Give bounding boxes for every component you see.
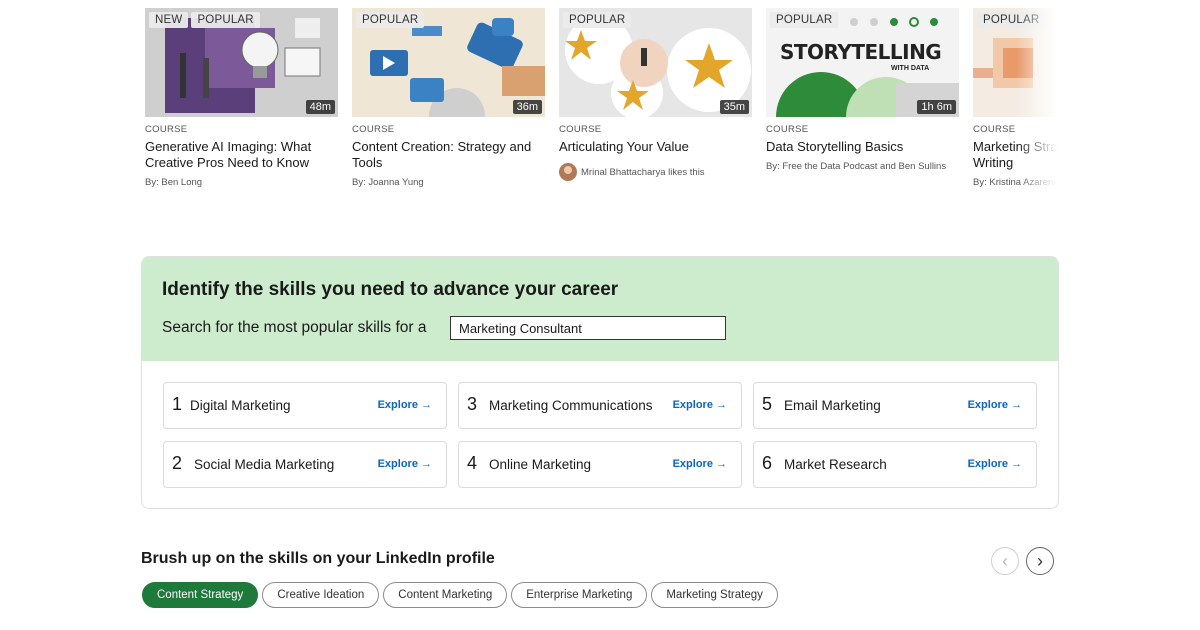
skill-name: Social Media Marketing: [194, 457, 335, 472]
thumbnail-heading: STORYTELLING: [780, 40, 942, 64]
duration-badge: 48m: [305, 100, 335, 114]
skill-name: Market Research: [784, 457, 887, 472]
carousel-fade: [1017, 8, 1057, 208]
skill-rank: 5: [762, 394, 773, 414]
chevron-left-icon: ‹: [1002, 550, 1008, 571]
duration-badge: 1h 6m: [917, 100, 956, 114]
next-button[interactable]: ›: [1026, 547, 1054, 575]
course-card[interactable]: POPULAR 36m COURSE Content Creation: Str…: [352, 8, 545, 188]
skill-rank: 1: [172, 394, 183, 414]
course-carousel: NEW POPULAR 48m COURSE Generative AI Ima…: [145, 8, 1057, 208]
course-type-label: COURSE: [559, 124, 602, 135]
skills-title: Identify the skills you need to advance …: [162, 279, 619, 300]
skill-pill-creative-ideation[interactable]: Creative Ideation: [262, 582, 380, 608]
likes-text: Mrinal Bhattacharya likes this: [581, 166, 705, 178]
course-type-label: COURSE: [145, 124, 188, 135]
skill-name: Email Marketing: [784, 398, 881, 413]
skill-card[interactable]: 4 Online Marketing Explore →: [458, 441, 742, 488]
course-title-link[interactable]: Content Creation: Strategy and Tools: [352, 139, 545, 171]
skill-card[interactable]: 6 Market Research Explore →: [753, 441, 1037, 488]
explore-link[interactable]: Explore →: [968, 458, 1022, 470]
thumbnail-subheading: WITH DATA: [891, 65, 930, 72]
duration-badge: 35m: [719, 100, 749, 114]
explore-link[interactable]: Explore →: [378, 399, 432, 411]
course-author: By: Ben Long: [145, 177, 203, 188]
skill-pill-enterprise-marketing[interactable]: Enterprise Marketing: [511, 582, 648, 608]
skill-rank: 6: [762, 453, 773, 473]
course-thumbnail[interactable]: STORYTELLING WITH DATA POPULAR 1h 6m: [766, 8, 959, 117]
social-proof: Mrinal Bhattacharya likes this: [559, 163, 752, 181]
course-thumbnail[interactable]: POPULAR 36m: [352, 8, 545, 117]
skill-pill-marketing-strategy[interactable]: Marketing Strategy: [651, 582, 778, 608]
job-title-input[interactable]: [450, 316, 726, 340]
course-title-link[interactable]: Data Storytelling Basics: [766, 139, 959, 155]
course-title-link[interactable]: Articulating Your Value: [559, 139, 752, 155]
course-type-label: COURSE: [352, 124, 395, 135]
skill-rank: 2: [172, 453, 183, 473]
explore-link[interactable]: Explore →: [673, 458, 727, 470]
explore-link[interactable]: Explore →: [673, 399, 727, 411]
skill-name: Digital Marketing: [190, 398, 291, 413]
course-thumbnail[interactable]: POPULAR 35m: [559, 8, 752, 117]
course-author: By: Joanna Yung: [352, 177, 424, 188]
avatar: [559, 163, 577, 181]
skill-pill-group: Content Strategy Creative Ideation Conte…: [142, 582, 778, 608]
course-title-link[interactable]: Generative AI Imaging: What Creative Pro…: [145, 139, 338, 171]
skill-name: Online Marketing: [489, 457, 592, 472]
skill-name: Marketing Communications: [489, 398, 653, 413]
skill-rank: 3: [467, 394, 478, 414]
skill-card[interactable]: 1 Digital Marketing Explore →: [163, 382, 447, 429]
duration-badge: 36m: [512, 100, 542, 114]
course-author: By: Free the Data Podcast and Ben Sullin…: [766, 161, 947, 172]
explore-link[interactable]: Explore →: [968, 399, 1022, 411]
skills-panel: Identify the skills you need to advance …: [141, 256, 1059, 509]
skill-card[interactable]: 2 Social Media Marketing Explore →: [163, 441, 447, 488]
skills-banner: Identify the skills you need to advance …: [142, 257, 1058, 361]
course-card[interactable]: STORYTELLING WITH DATA POPULAR 1h 6m COU…: [766, 8, 959, 172]
previous-button[interactable]: ‹: [991, 547, 1019, 575]
course-thumbnail[interactable]: NEW POPULAR 48m: [145, 8, 338, 117]
skill-pill-content-strategy[interactable]: Content Strategy: [142, 582, 259, 608]
course-card[interactable]: NEW POPULAR 48m COURSE Generative AI Ima…: [145, 8, 338, 188]
skill-pill-content-marketing[interactable]: Content Marketing: [383, 582, 508, 608]
skills-search-prompt: Search for the most popular skills for a: [162, 319, 427, 336]
skill-rank: 4: [467, 453, 478, 473]
skill-card[interactable]: 3 Marketing Communications Explore →: [458, 382, 742, 429]
new-badge: NEW: [149, 12, 189, 28]
skill-card[interactable]: 5 Email Marketing Explore →: [753, 382, 1037, 429]
popular-badge: POPULAR: [191, 12, 260, 28]
course-card[interactable]: POPULAR 35m COURSE Articulating Your Val…: [559, 8, 752, 181]
profile-skills-title: Brush up on the skills on your LinkedIn …: [141, 550, 495, 567]
explore-link[interactable]: Explore →: [378, 458, 432, 470]
chevron-right-icon: ›: [1037, 550, 1043, 571]
course-type-label: COURSE: [766, 124, 809, 135]
popular-badge: POPULAR: [770, 12, 839, 28]
popular-badge: POPULAR: [356, 12, 425, 28]
popular-badge: POPULAR: [563, 12, 632, 28]
